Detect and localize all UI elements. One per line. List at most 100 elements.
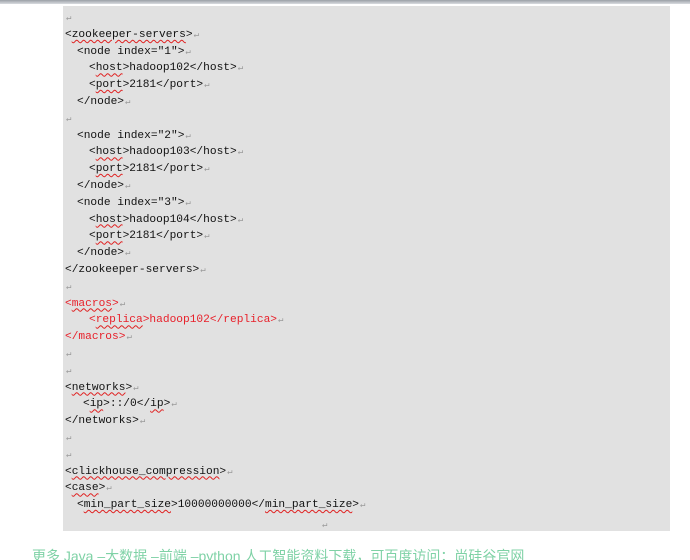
spellcheck-word: min_part_size: [83, 499, 171, 512]
code-text: <: [89, 213, 96, 226]
code-text: <: [65, 28, 72, 41]
code-text: >hadoop103</host>: [122, 146, 237, 159]
spellcheck-word: host: [95, 62, 123, 75]
code-text: </node>: [77, 96, 124, 108]
code-line: <zookeeper-servers>↵: [65, 27, 199, 43]
code-text: >2181</port>: [122, 230, 204, 243]
code-line: <node index="1">↵: [77, 44, 191, 60]
code-text: <: [65, 482, 72, 495]
paragraph-mark: ↵: [66, 449, 72, 460]
paragraph-mark: ↵: [66, 349, 72, 359]
code-text: >: [125, 381, 133, 394]
code-text: <: [89, 163, 96, 176]
code-line: ↵: [65, 10, 71, 26]
code-line: </node>↵: [77, 94, 130, 110]
paragraph-mark: ↵: [237, 214, 244, 225]
code-line: ↵: [65, 279, 71, 295]
code-text: </networks>: [65, 415, 139, 428]
code-text: <: [89, 314, 96, 327]
spellcheck-word: host: [95, 146, 123, 159]
page-footer: 更多 Java –大数据 –前端 –python 人工智能资料下载，可百度访问：…: [0, 544, 690, 560]
code-line: <ip>::/0</ip>↵: [83, 396, 177, 412]
code-line: ↵: [65, 430, 71, 446]
code-text: <: [89, 146, 96, 159]
code-line: <replica>hadoop102</replica>↵: [89, 312, 283, 328]
code-line: <port>2181</port>↵: [89, 77, 210, 93]
code-line: ↵: [65, 447, 71, 463]
code-text: <: [77, 499, 84, 512]
spellcheck-word: ip: [89, 398, 104, 411]
code-text: >: [112, 297, 119, 310]
code-text: <: [65, 381, 72, 394]
code-text: <node index="3">: [77, 196, 185, 209]
code-line: <node index="3">↵: [77, 195, 191, 211]
spellcheck-word: port: [95, 230, 123, 243]
spellcheck-word: zookeeper-servers: [71, 28, 186, 41]
paragraph-mark: ↵: [119, 298, 126, 309]
code-text: <: [89, 79, 96, 92]
code-line: </macros>↵: [65, 329, 132, 345]
code-text: <: [65, 297, 72, 310]
spellcheck-word: networks: [71, 381, 126, 394]
code-line: <port>2181</port>↵: [89, 228, 210, 244]
code-text: </node>: [77, 180, 124, 192]
code-line: </node>↵: [77, 178, 130, 194]
code-text: >hadoop102</replica>: [142, 314, 277, 327]
code-text: >::/0</: [103, 398, 151, 411]
code-text: >: [163, 398, 171, 411]
code-line: <host>hadoop103</host>↵: [89, 144, 243, 160]
spellcheck-word: clickhouse_compression: [71, 465, 220, 478]
paragraph-mark: ↵: [360, 500, 366, 511]
code-line: <node index="2">↵: [77, 128, 191, 144]
paragraph-mark: ↵: [66, 13, 72, 23]
paragraph-mark: ↵: [66, 113, 72, 124]
paragraph-mark: ↵: [237, 63, 244, 74]
paragraph-mark: ↵: [106, 483, 112, 494]
spellcheck-word: port: [95, 79, 123, 92]
paragraph-mark: ↵: [66, 281, 72, 292]
code-line: <port>2181</port>↵: [89, 161, 210, 177]
code-block: ↵ <zookeeper-servers>↵ <node index="1">↵ <h…: [63, 6, 670, 531]
code-line: ↵: [65, 363, 71, 379]
spellcheck-word: host: [95, 213, 123, 226]
code-text: >: [98, 482, 106, 495]
paragraph-mark: ↵: [193, 29, 199, 40]
paragraph-mark: ↵: [204, 164, 210, 175]
code-line: <case>↵: [65, 480, 112, 496]
spellcheck-word: macros: [71, 297, 113, 310]
code-text: >hadoop104</host>: [122, 213, 237, 226]
code-line: <host>hadoop104</host>↵: [89, 212, 243, 228]
spellcheck-word: port: [95, 163, 123, 176]
code-text: >: [352, 499, 359, 512]
code-line: <macros>↵: [65, 296, 125, 312]
paragraph-mark: ↵: [125, 248, 131, 259]
paragraph-mark: ↵: [278, 315, 284, 326]
code-text: >2181</port>: [122, 79, 204, 92]
paragraph-mark: ↵: [133, 382, 139, 393]
window-top-edge: [0, 0, 690, 4]
paragraph-mark: ↵: [185, 130, 191, 141]
code-text: </macros>: [65, 331, 126, 344]
paragraph-mark: ↵: [126, 332, 132, 343]
code-line: ↵: [65, 111, 71, 127]
footer-text: 更多 Java –大数据 –前端 –python 人工智能资料下载，可百度访问：…: [32, 548, 525, 560]
code-line: </zookeeper-servers>↵: [65, 262, 206, 278]
paragraph-mark: ↵: [204, 80, 210, 91]
code-text: <node index="2">: [77, 129, 185, 142]
spellcheck-word: min_part_size: [265, 499, 353, 512]
paragraph-mark: ↵: [66, 433, 72, 443]
paragraph-mark: ↵: [185, 46, 191, 57]
paragraph-mark: ↵: [125, 181, 131, 191]
code-text: <: [89, 230, 96, 243]
code-text: <node index="1">: [77, 45, 185, 58]
code-text: >10000000000</: [171, 499, 265, 512]
paragraph-mark: ↵: [200, 265, 206, 275]
paragraph-mark: ↵: [204, 231, 210, 242]
spellcheck-word: ip: [150, 398, 164, 411]
paragraph-mark: ↵: [322, 520, 328, 530]
code-line: <host>hadoop102</host>↵: [89, 60, 243, 76]
code-line: </node>↵: [77, 245, 130, 261]
paragraph-mark: ↵: [139, 416, 146, 427]
paragraph-mark: ↵: [237, 147, 244, 158]
code-line: <clickhouse_compression>↵: [65, 464, 233, 480]
